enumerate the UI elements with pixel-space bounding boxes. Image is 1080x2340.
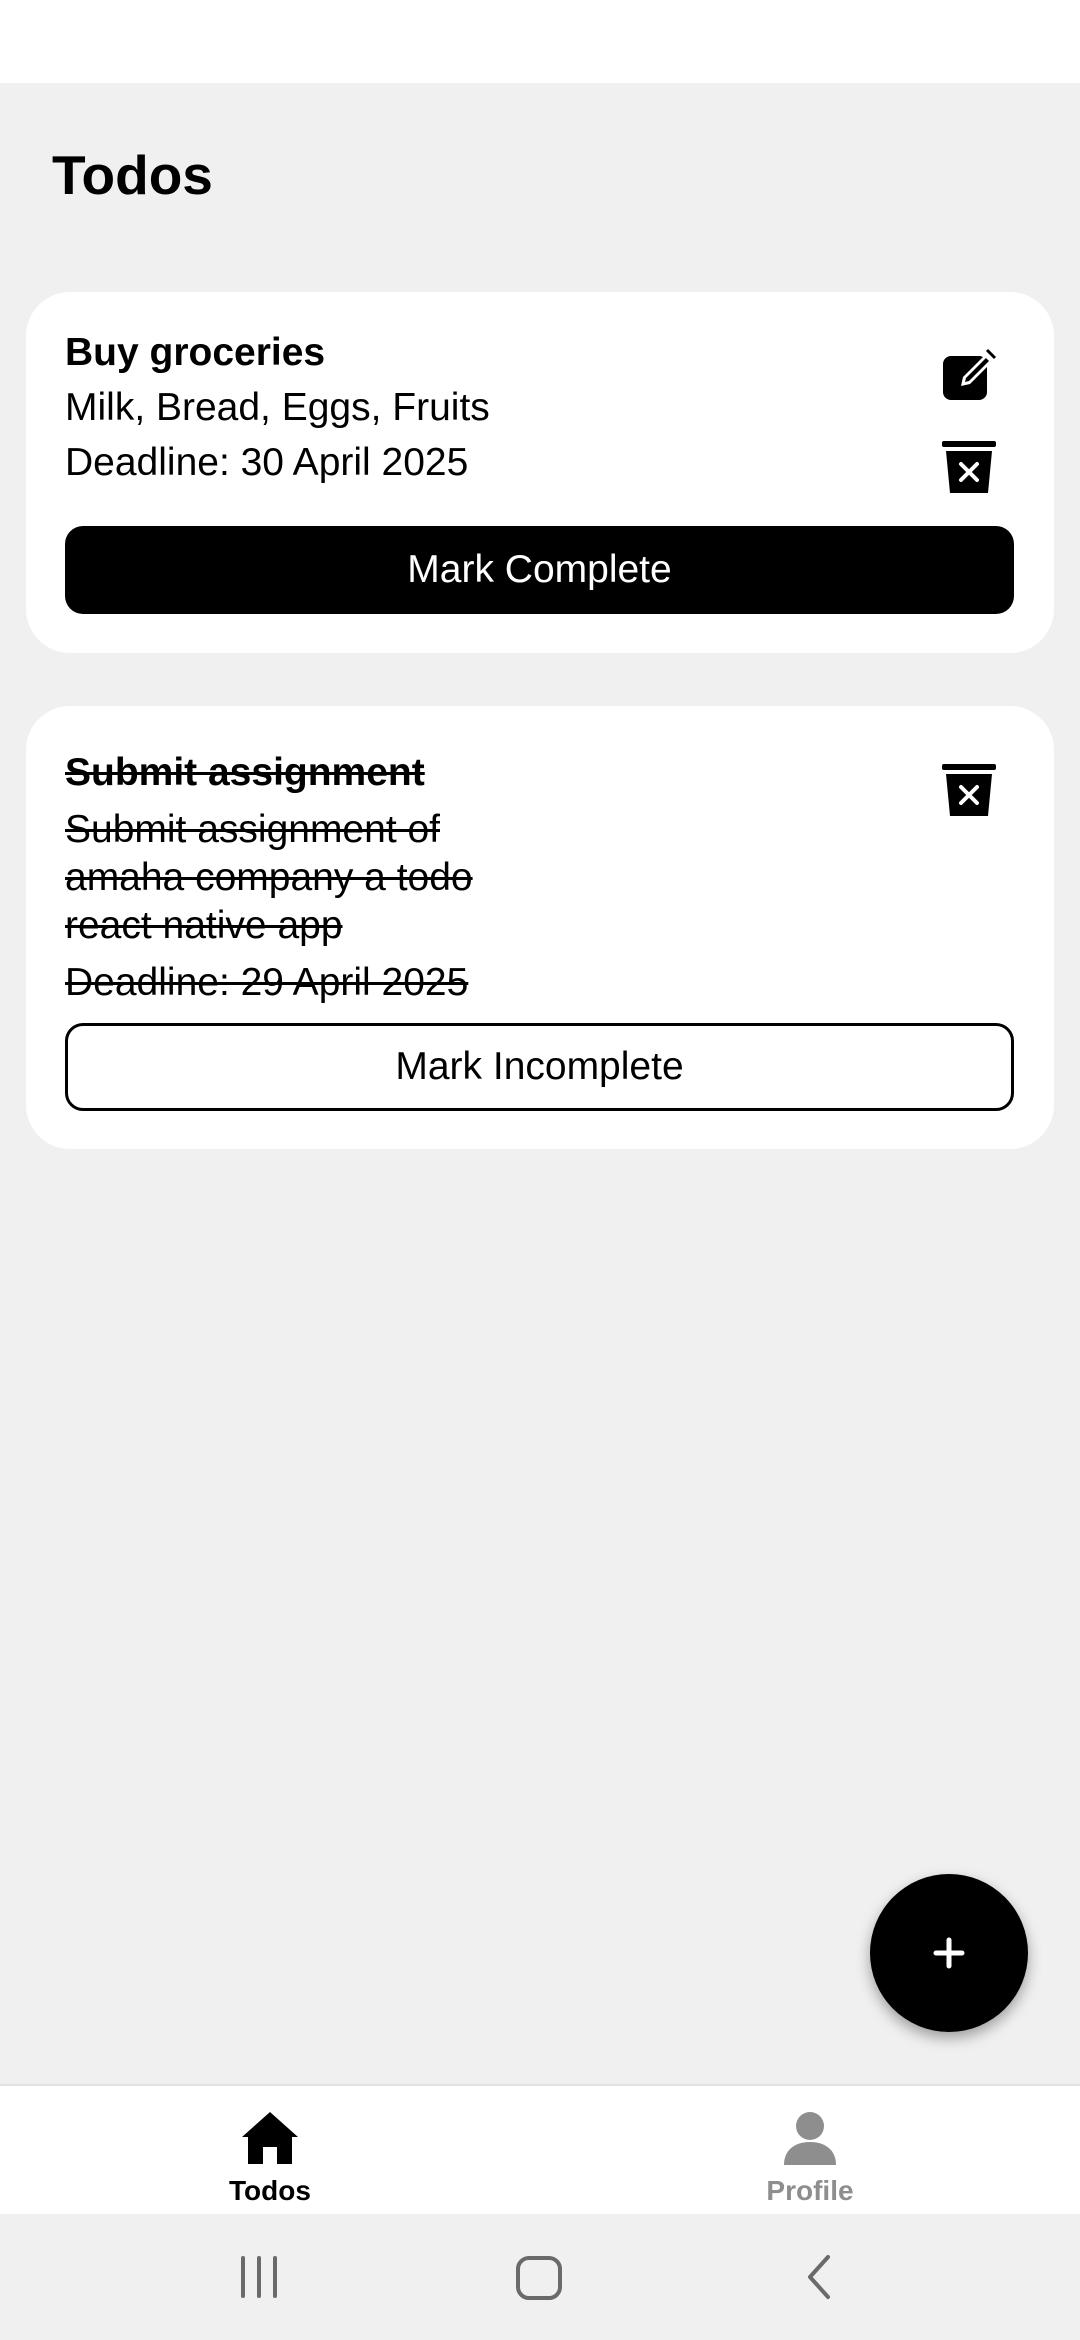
page-title: Todos bbox=[52, 144, 213, 206]
system-nav-bar bbox=[0, 2214, 1080, 2340]
todo-card: Buy groceries Milk, Bread, Eggs, Fruits … bbox=[26, 292, 1054, 653]
plus-icon bbox=[933, 1937, 965, 1969]
todo-card: Submit assignment Submit assignment of a… bbox=[26, 706, 1054, 1149]
tab-profile-label: Profile bbox=[766, 2175, 854, 2206]
todo-deadline: Deadline: 30 April 2025 bbox=[65, 441, 469, 484]
todo-description: Submit assignment of amaha company a tod… bbox=[65, 808, 473, 947]
home-icon bbox=[239, 2106, 301, 2170]
todo-deadline: Deadline: 29 April 2025 bbox=[65, 961, 469, 1004]
tab-todos[interactable]: Todos bbox=[0, 2086, 540, 2216]
mark-complete-button[interactable]: Mark Complete bbox=[65, 526, 1014, 614]
back-icon[interactable] bbox=[800, 2252, 840, 2307]
todo-title: Buy groceries bbox=[65, 331, 326, 374]
tab-todos-label: Todos bbox=[229, 2175, 311, 2206]
delete-icon[interactable] bbox=[937, 758, 1001, 822]
todo-description: Milk, Bread, Eggs, Fruits bbox=[65, 386, 490, 429]
mark-incomplete-button[interactable]: Mark Incomplete bbox=[65, 1023, 1014, 1111]
tab-profile[interactable]: Profile bbox=[540, 2086, 1080, 2216]
status-bar bbox=[0, 0, 1080, 83]
recents-icon[interactable] bbox=[234, 2252, 284, 2307]
person-icon bbox=[782, 2106, 838, 2170]
todo-title: Submit assignment bbox=[65, 751, 425, 794]
delete-icon[interactable] bbox=[937, 435, 1001, 499]
home-square-icon[interactable] bbox=[514, 2252, 564, 2307]
add-todo-button[interactable] bbox=[870, 1874, 1028, 2032]
edit-icon[interactable] bbox=[937, 344, 1001, 408]
bottom-nav: Todos Profile bbox=[0, 2084, 1080, 2214]
